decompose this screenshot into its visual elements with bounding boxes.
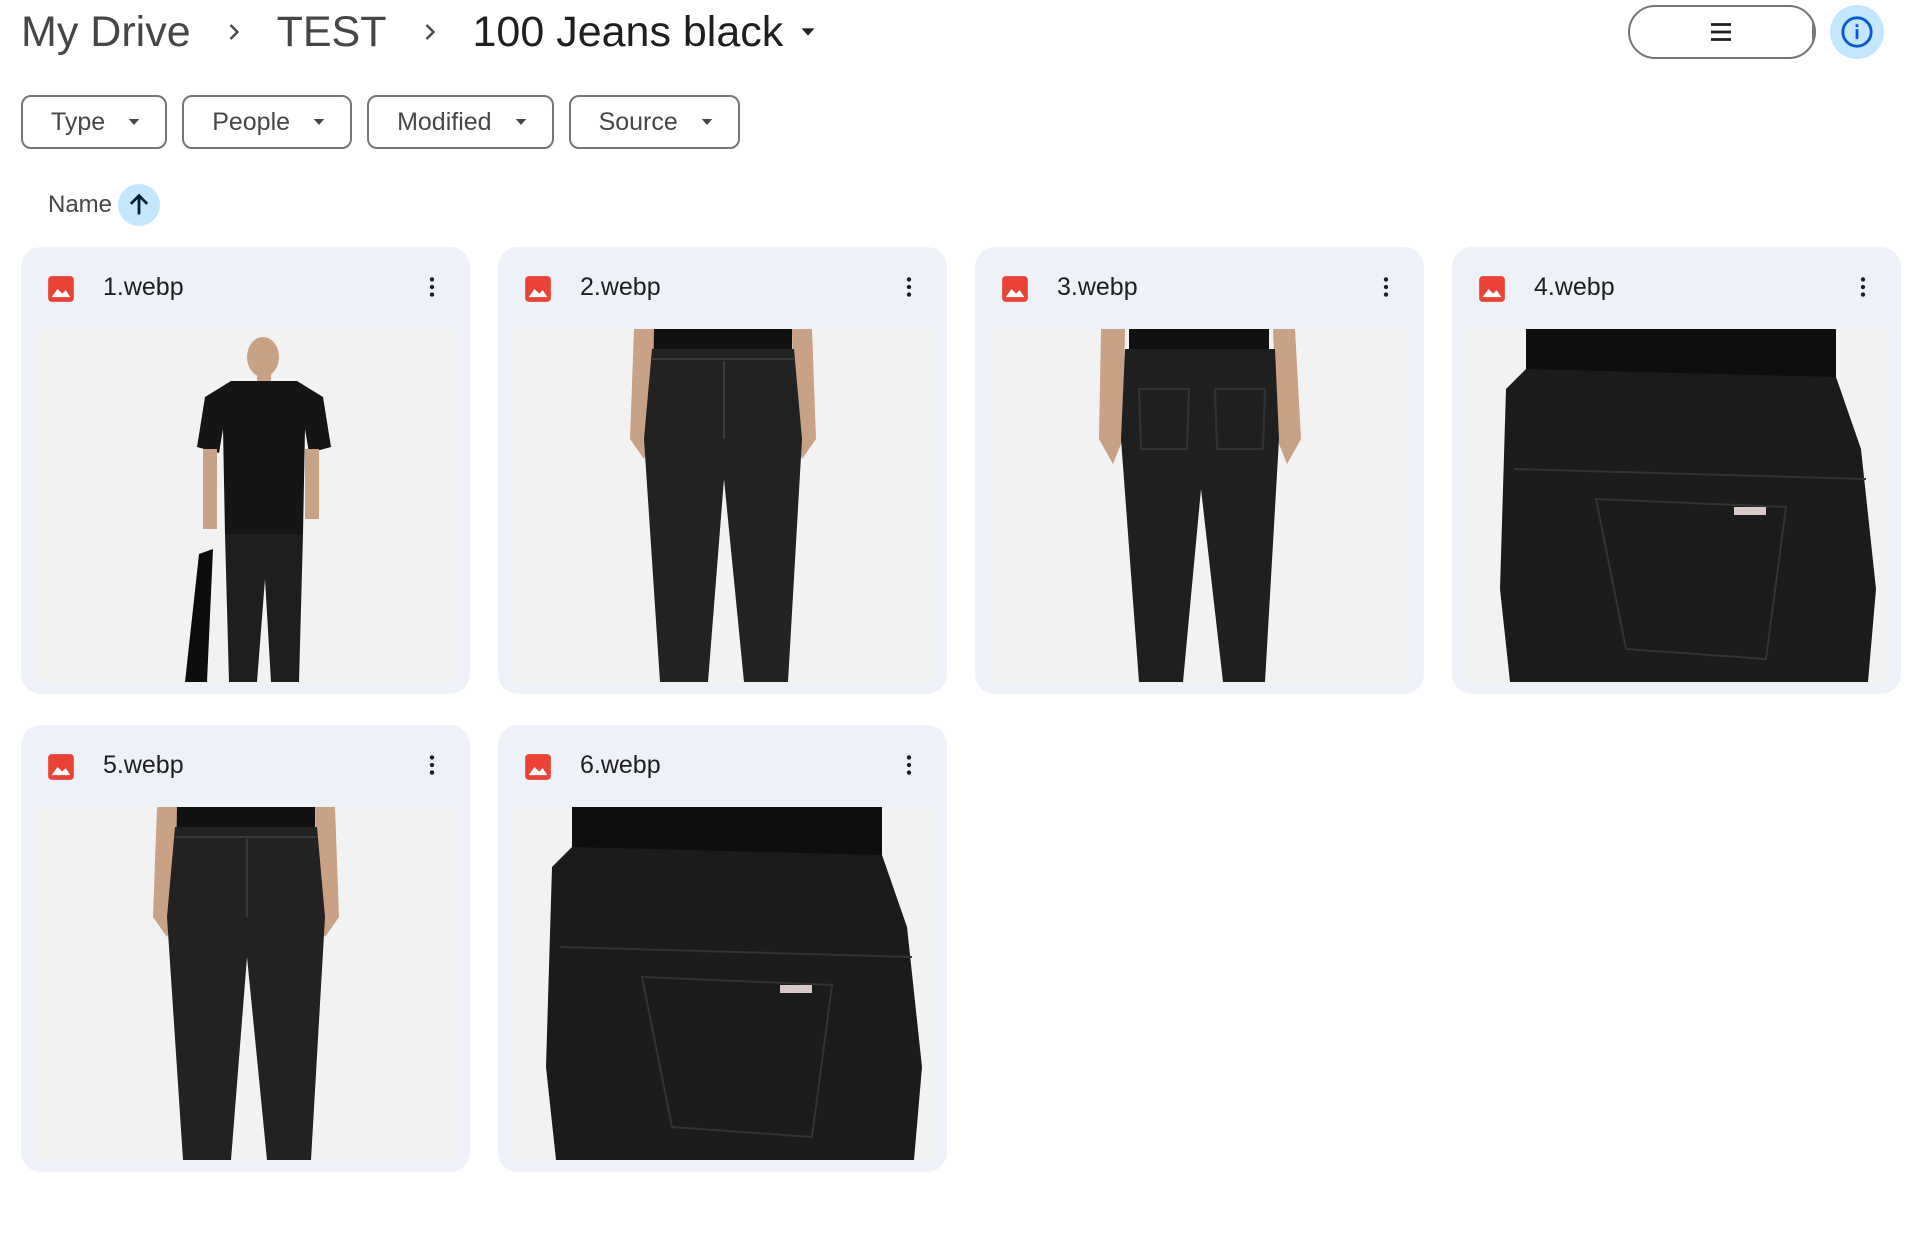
file-thumbnail xyxy=(35,329,456,682)
sort-label: Name xyxy=(48,191,113,218)
filter-source-label: Source xyxy=(598,107,678,136)
filter-type[interactable]: Type xyxy=(21,95,168,149)
breadcrumb: My Drive TEST 100 Jeans black xyxy=(21,0,819,64)
list-icon xyxy=(1711,23,1731,41)
more-vert-icon xyxy=(906,755,912,775)
chevron-right-icon xyxy=(191,18,277,46)
more-vert-icon xyxy=(429,277,435,297)
image-file-icon xyxy=(525,754,551,780)
arrow-up-icon xyxy=(129,193,149,215)
more-vert-icon xyxy=(429,755,435,775)
list-view-button[interactable] xyxy=(1630,7,1814,57)
filter-modified[interactable]: Modified xyxy=(367,95,554,149)
file-name: 5.webp xyxy=(103,751,184,779)
file-name: 4.webp xyxy=(1534,273,1615,301)
info-icon xyxy=(1841,16,1873,48)
image-file-icon xyxy=(48,276,74,302)
image-file-icon xyxy=(525,276,551,302)
image-file-icon xyxy=(48,754,74,780)
caret-down-icon xyxy=(128,119,140,125)
file-thumbnail xyxy=(35,807,456,1160)
breadcrumb-current-folder[interactable]: 100 Jeans black xyxy=(473,8,820,57)
filter-people-label: People xyxy=(212,107,291,136)
file-card[interactable]: 4.webp xyxy=(1452,247,1901,694)
file-thumbnail xyxy=(1466,329,1887,682)
file-name: 1.webp xyxy=(103,273,184,301)
more-actions-button[interactable] xyxy=(889,745,929,785)
chevron-right-icon xyxy=(387,18,473,46)
filter-chips: Type People Modified Source xyxy=(21,95,740,149)
more-actions-button[interactable] xyxy=(889,267,929,307)
sort-by-name[interactable]: Name xyxy=(48,184,161,226)
more-actions-button[interactable] xyxy=(1843,267,1883,307)
more-actions-button[interactable] xyxy=(412,267,452,307)
filter-modified-label: Modified xyxy=(397,107,492,136)
file-name: 2.webp xyxy=(580,273,661,301)
file-card[interactable]: 6.webp xyxy=(498,725,947,1172)
file-name: 3.webp xyxy=(1057,273,1138,301)
more-vert-icon xyxy=(1383,277,1389,297)
file-thumbnail xyxy=(989,329,1410,682)
current-folder-label: 100 Jeans black xyxy=(472,7,784,56)
file-thumbnail xyxy=(512,807,933,1160)
image-file-icon xyxy=(1002,276,1028,302)
more-actions-button[interactable] xyxy=(1366,267,1406,307)
file-card[interactable]: 2.webp xyxy=(498,247,947,694)
caret-down-icon xyxy=(313,119,325,125)
breadcrumb-test[interactable]: TEST xyxy=(277,8,387,57)
filter-source[interactable]: Source xyxy=(568,95,740,149)
file-card[interactable]: 1.webp xyxy=(21,247,470,694)
more-vert-icon xyxy=(1860,277,1866,297)
view-toggle xyxy=(1628,5,1816,59)
details-button[interactable] xyxy=(1830,5,1884,59)
filter-people[interactable]: People xyxy=(182,95,353,149)
more-vert-icon xyxy=(906,277,912,297)
image-file-icon xyxy=(1479,276,1505,302)
file-card[interactable]: 3.webp xyxy=(975,247,1424,694)
caret-down-icon xyxy=(801,28,815,36)
filter-type-label: Type xyxy=(51,107,106,136)
file-name: 6.webp xyxy=(580,751,661,779)
file-card[interactable]: 5.webp xyxy=(21,725,470,1172)
caret-down-icon xyxy=(701,119,713,125)
file-thumbnail xyxy=(512,329,933,682)
caret-down-icon xyxy=(515,119,526,125)
more-actions-button[interactable] xyxy=(412,745,452,785)
breadcrumb-my-drive[interactable]: My Drive xyxy=(21,8,191,57)
sort-direction-button[interactable] xyxy=(118,184,161,226)
